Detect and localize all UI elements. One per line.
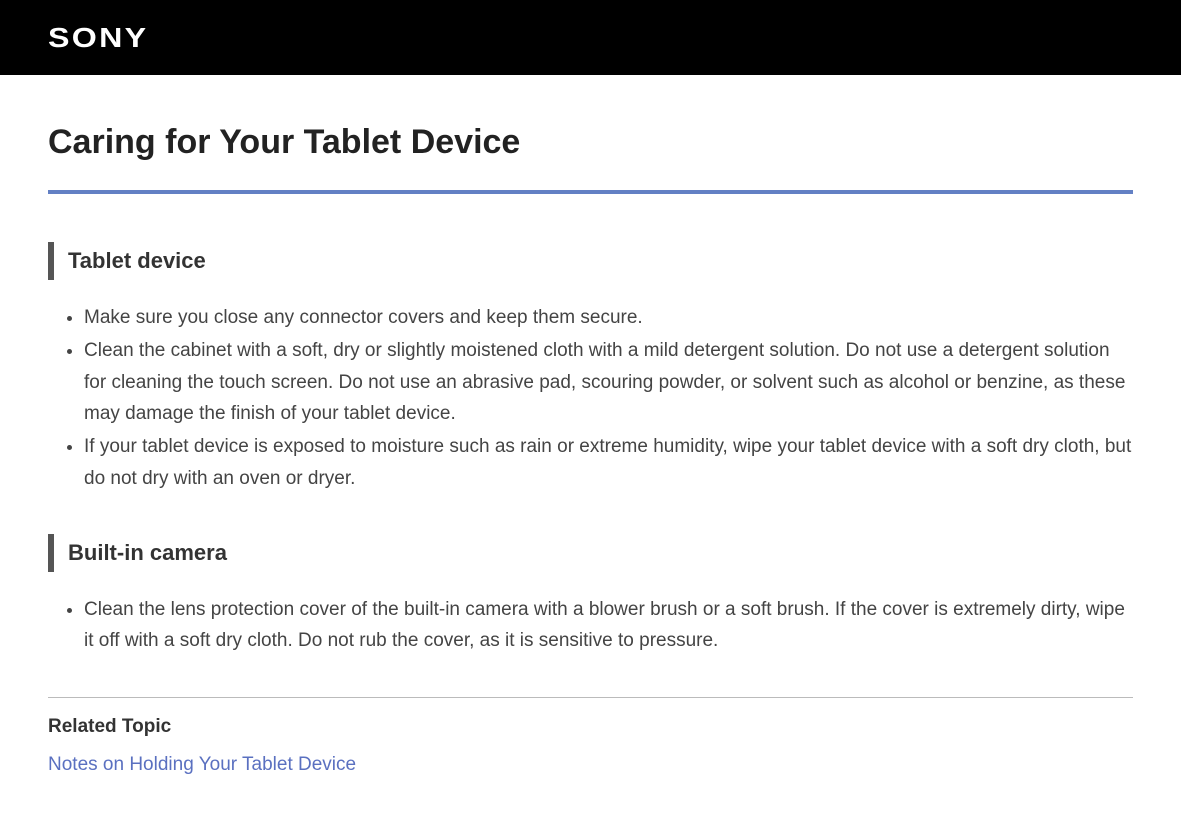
section-heading-tablet-device: Tablet device [48,242,1133,280]
page-title: Caring for Your Tablet Device [48,123,1133,162]
list-item: If your tablet device is exposed to mois… [84,431,1133,494]
related-rule [48,697,1133,698]
list-item: Clean the lens protection cover of the b… [84,594,1133,657]
header-bar: SONY [0,0,1181,75]
bullet-list-built-in-camera: Clean the lens protection cover of the b… [48,594,1133,657]
related-topic-heading: Related Topic [48,716,1133,738]
brand-logo: SONY [48,22,148,54]
bullet-list-tablet-device: Make sure you close any connector covers… [48,302,1133,494]
list-item: Clean the cabinet with a soft, dry or sl… [84,335,1133,429]
list-item: Make sure you close any connector covers… [84,302,1133,333]
content-area: Caring for Your Tablet Device Tablet dev… [0,75,1181,800]
section-heading-built-in-camera: Built-in camera [48,534,1133,572]
title-rule [48,190,1133,194]
related-topic-link[interactable]: Notes on Holding Your Tablet Device [48,754,356,775]
